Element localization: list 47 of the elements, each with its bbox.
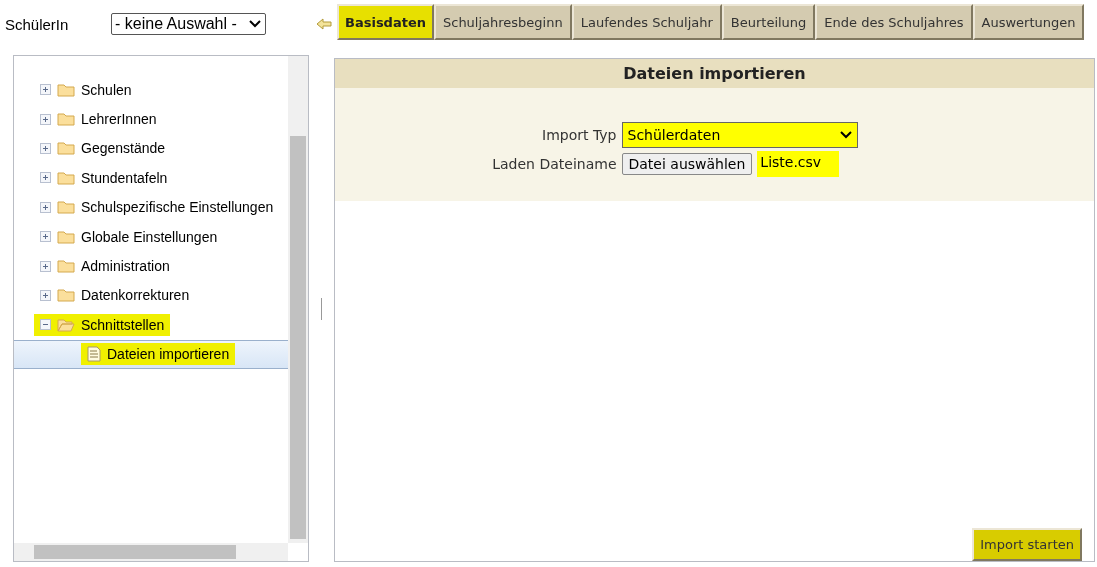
student-label: SchülerIn bbox=[5, 15, 70, 33]
file-name: Liste.csv bbox=[757, 151, 840, 177]
expander-icon[interactable] bbox=[40, 142, 51, 154]
tab[interactable]: Basisdaten bbox=[337, 4, 434, 40]
panel-title: Dateien importieren bbox=[335, 59, 1094, 88]
import-type-select[interactable]: Schülerdaten bbox=[621, 122, 858, 148]
tab[interactable]: Schuljahresbeginn bbox=[434, 4, 572, 40]
vertical-scrollbar[interactable] bbox=[288, 56, 308, 543]
expander-icon[interactable] bbox=[40, 84, 51, 96]
folder-icon bbox=[57, 112, 75, 127]
document-icon bbox=[87, 346, 101, 363]
tab[interactable]: Beurteilung bbox=[721, 4, 816, 40]
expander-icon[interactable] bbox=[40, 289, 51, 301]
tree-item[interactable]: LehrerInnen bbox=[81, 111, 157, 128]
expander-icon[interactable] bbox=[40, 319, 51, 331]
tree-item[interactable]: Stundentafeln bbox=[81, 169, 168, 186]
tab[interactable]: Laufendes Schuljahr bbox=[571, 4, 722, 40]
choose-file-button[interactable]: Datei auswählen bbox=[621, 153, 753, 175]
horizontal-scrollbar[interactable] bbox=[14, 543, 288, 561]
expander-icon[interactable] bbox=[40, 231, 51, 243]
expander-icon[interactable] bbox=[40, 260, 51, 272]
chevron-down-icon bbox=[249, 20, 261, 28]
splitter-handle[interactable] bbox=[321, 298, 322, 320]
tab[interactable]: Auswertungen bbox=[972, 4, 1085, 40]
tree-item[interactable]: Globale Einstellungen bbox=[81, 228, 218, 245]
field-label: Import Typ bbox=[541, 127, 617, 143]
tree-item[interactable]: Administration bbox=[81, 258, 170, 275]
tab[interactable]: Ende des Schuljahres bbox=[815, 4, 973, 40]
field-label: Laden Dateiname bbox=[491, 156, 617, 172]
chevron-down-icon bbox=[839, 131, 852, 139]
folder-icon bbox=[57, 170, 75, 185]
folder-icon bbox=[57, 288, 75, 303]
open-folder-icon bbox=[57, 317, 75, 332]
folder-icon bbox=[57, 200, 75, 215]
tree-item[interactable]: Datenkorrekturen bbox=[81, 287, 190, 304]
folder-icon bbox=[57, 82, 75, 97]
tree-item[interactable]: Gegenstände bbox=[81, 140, 166, 157]
student-select[interactable]: - keine Auswahl - bbox=[111, 13, 266, 35]
folder-icon bbox=[57, 141, 75, 156]
import-start-button[interactable]: Import starten bbox=[972, 528, 1082, 561]
tree-item[interactable]: Schulen bbox=[81, 81, 132, 98]
expander-icon[interactable] bbox=[40, 113, 51, 125]
folder-icon bbox=[57, 259, 75, 274]
tree-item[interactable]: Schulspezifische Einstellungen bbox=[81, 199, 274, 216]
folder-icon bbox=[57, 229, 75, 244]
expander-icon[interactable] bbox=[40, 172, 51, 184]
expander-icon[interactable] bbox=[40, 201, 51, 213]
